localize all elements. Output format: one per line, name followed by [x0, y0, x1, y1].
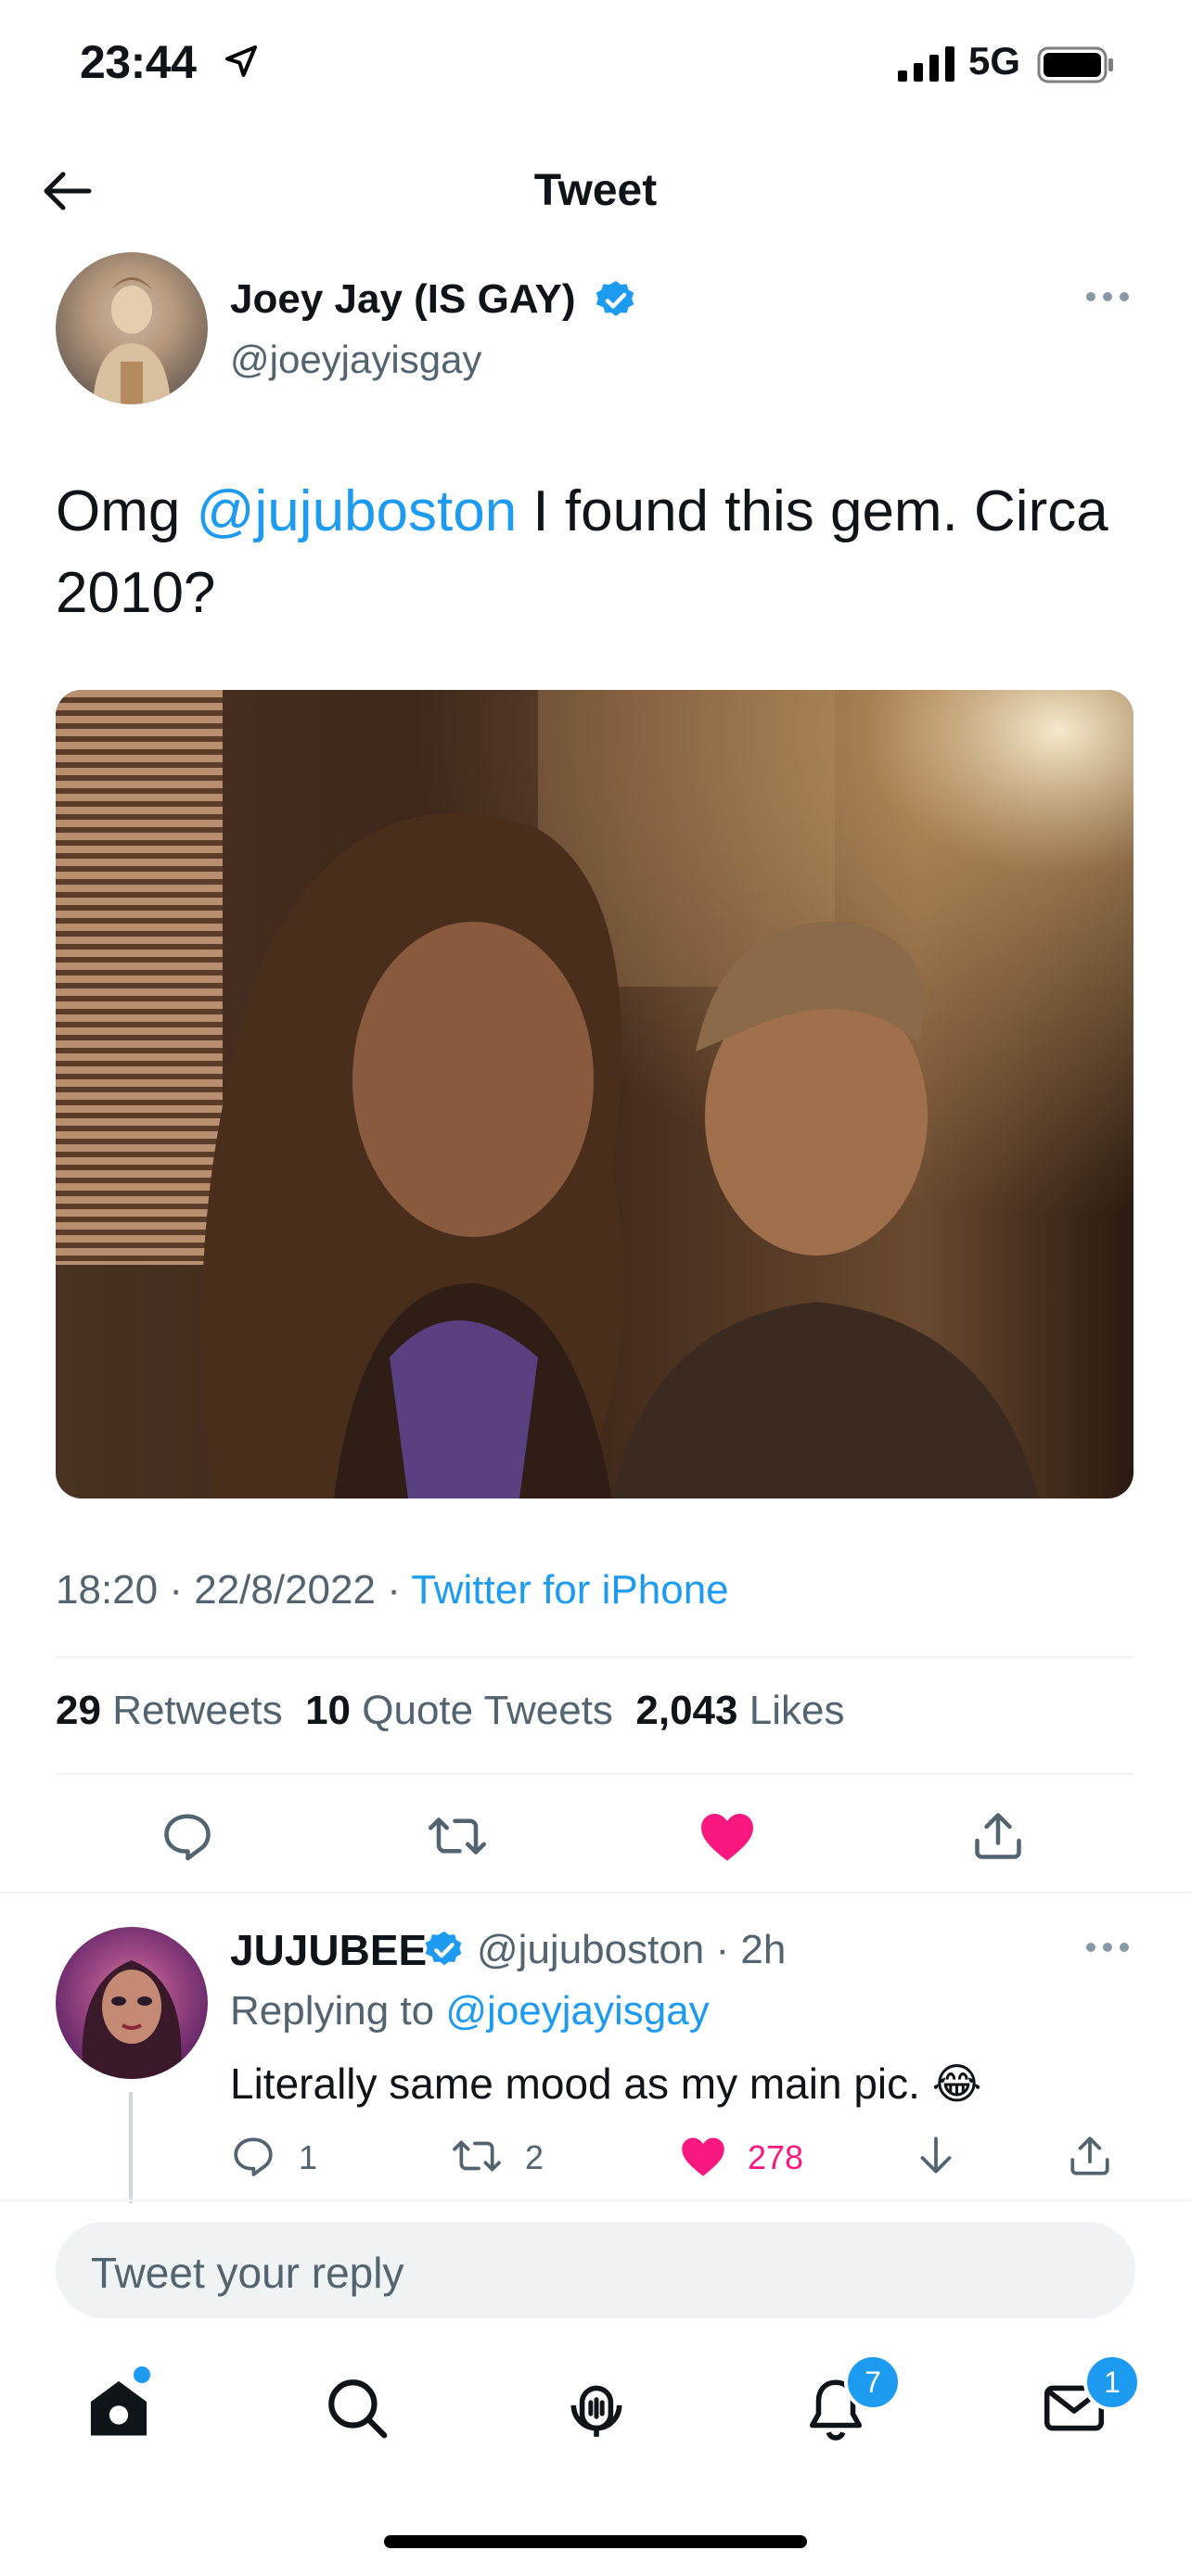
tweet-date: 22/8/2022 — [194, 1567, 376, 1613]
author-name[interactable]: Joey Jay (IS GAY) — [230, 276, 576, 323]
location-arrow-icon — [225, 45, 257, 77]
reply-age: · 2h — [715, 1927, 787, 1972]
divider — [56, 1656, 1133, 1658]
network-type: 5G — [968, 39, 1021, 83]
reply-author-avatar[interactable] — [56, 1927, 208, 2079]
search-icon — [328, 2379, 388, 2439]
divider — [56, 1773, 1133, 1775]
likes-stat[interactable]: 2,043 Likes — [635, 1688, 844, 1733]
tab-notifications[interactable]: 7 — [801, 2353, 902, 2447]
like-filled-icon[interactable] — [698, 1808, 757, 1864]
mention-link[interactable]: @jujuboston — [197, 479, 518, 543]
new-content-dot — [134, 2366, 150, 2383]
tweet-time: 18:20 — [56, 1567, 159, 1613]
share-icon[interactable] — [970, 1808, 1026, 1864]
reply-count: 1 — [299, 2138, 318, 2176]
battery-icon — [1037, 46, 1113, 83]
reply-text: Literally same mood as my main pic. 😂 — [230, 2060, 982, 2108]
divider — [0, 2200, 1191, 2201]
author-handle[interactable]: @joeyjayisgay — [230, 338, 481, 382]
tweet-meta: 18:20 · 22/8/2022 · Twitter for iPhone — [56, 1567, 729, 1613]
retweet-icon[interactable] — [451, 2133, 503, 2179]
tweet-text-prefix: Omg — [56, 479, 197, 543]
status-time: 23:44 — [80, 36, 197, 88]
tab-search[interactable] — [323, 2374, 391, 2447]
thread-line — [129, 2092, 133, 2203]
tweet-text: Omg @jujuboston I found this gem. Circa … — [56, 471, 1132, 634]
verified-badge-icon — [596, 281, 634, 316]
tweet-photo[interactable] — [56, 690, 1133, 1498]
like-filled-icon[interactable] — [679, 2133, 727, 2179]
home-indicator — [384, 2535, 807, 2548]
replying-to: Replying to @joeyjayisgay — [230, 1988, 710, 2034]
notifications-badge: 7 — [844, 2353, 902, 2411]
tweet-source-link[interactable]: Twitter for iPhone — [411, 1567, 728, 1613]
page-title: Tweet — [533, 166, 658, 215]
reply-icon[interactable] — [230, 2133, 276, 2179]
author-avatar[interactable] — [56, 252, 208, 404]
reply-author-handle[interactable]: @jujuboston · 2h — [477, 1927, 786, 1973]
tab-spaces[interactable] — [562, 2374, 631, 2447]
retweet-count: 2 — [525, 2138, 544, 2176]
verified-badge-icon — [425, 1931, 462, 1966]
download-arrow-icon[interactable] — [913, 2133, 959, 2179]
retweet-icon[interactable] — [427, 1808, 488, 1864]
replying-to-link[interactable]: @joeyjayisgay — [445, 1988, 709, 2034]
reply-author-name[interactable]: JUJUBEE — [230, 1925, 427, 1975]
tab-home[interactable] — [83, 2366, 154, 2449]
reply-icon[interactable] — [160, 1808, 215, 1864]
tab-messages[interactable]: 1 — [1039, 2353, 1141, 2447]
share-icon[interactable] — [1067, 2133, 1113, 2179]
spaces-icon — [570, 2385, 622, 2437]
more-options-icon[interactable] — [1083, 289, 1132, 304]
divider — [0, 1892, 1191, 1894]
reply-input-placeholder: Tweet your reply — [91, 2249, 404, 2297]
quote-tweets-stat[interactable]: 10 Quote Tweets — [305, 1688, 613, 1733]
signal-icon — [898, 46, 954, 82]
more-options-icon[interactable] — [1083, 1940, 1132, 1955]
messages-badge: 1 — [1083, 2353, 1141, 2411]
retweets-stat[interactable]: 29 Retweets — [56, 1688, 283, 1733]
like-count: 278 — [748, 2138, 804, 2176]
home-icon — [90, 2380, 147, 2436]
tweet-stats: 29 Retweets 10 Quote Tweets 2,043 Likes — [56, 1688, 844, 1734]
